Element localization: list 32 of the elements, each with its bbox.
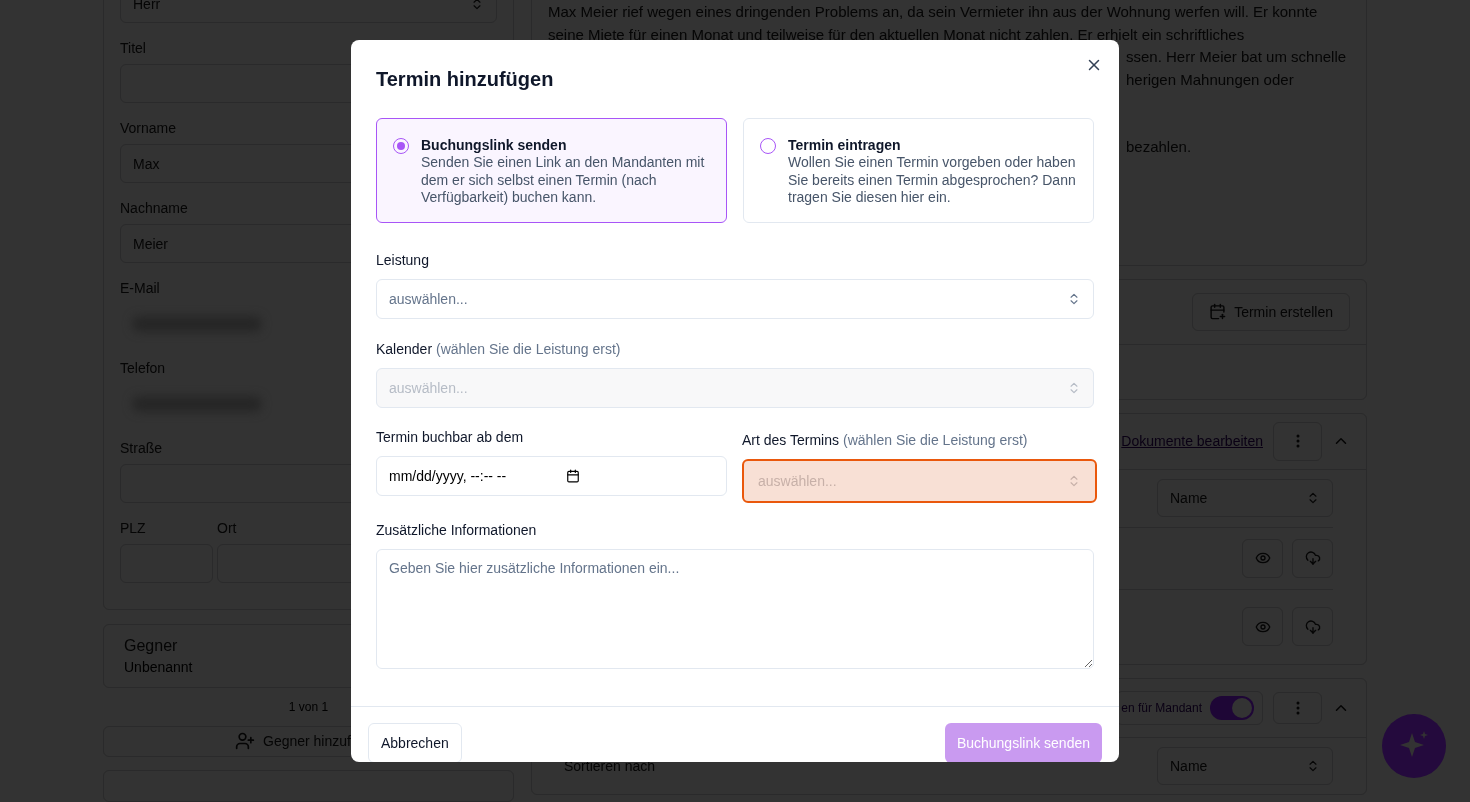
notes-field[interactable]: Geben Sie hier zusätzliche Informationen ein... [376,549,1094,669]
field-label: Zusätzliche Informationen [376,521,537,539]
cloud-download-icon [1304,618,1321,635]
calendar-icon[interactable] [566,469,581,483]
toggle-switch[interactable] [1210,695,1254,720]
view-button[interactable] [1242,607,1283,646]
option-card[interactable]: Buchungslink senden Senden Sie einen Link an den Mandanten mit dem er sich selbst einen Termin (nach Verfügbarkeit) buchen kann. [376,118,727,223]
calendar-plus-icon [1209,303,1227,320]
more-button[interactable] [1273,691,1322,724]
field-label: Termin buchbar ab dem [376,428,524,446]
chevrons-icon [1306,758,1320,773]
option-card[interactable]: Termin eintragen Wollen Sie einen Termin vorgeben oder haben Sie bereits einen Termin abgesprochen? Dann tragen Sie diesen hier ein. [743,118,1094,223]
option-title: Termin eintragen [788,136,902,154]
download-button[interactable] [1292,538,1333,578]
eye-icon [1254,550,1271,566]
field-label: Art des Termins [742,431,839,449]
cloud-download-icon [1304,550,1321,566]
date-time-field[interactable]: mm/dd/yyyy, --:-- -- [376,456,727,496]
hint-text: (wählen Sie die Leistung erst) [436,340,621,358]
chevrons-icon [470,0,484,11]
kebab-icon [1295,700,1300,715]
download-button[interactable] [1292,607,1333,646]
more-button[interactable] [1273,421,1322,461]
dialog-title: Termin hinzufügen [376,67,555,92]
cancel-button[interactable]: Abbrechen [368,723,462,762]
kebab-icon [1295,434,1300,448]
hint-text: (wählen Sie die Leistung erst) [843,431,1028,449]
view-button[interactable] [1242,538,1283,578]
field-label: Kalender [376,340,433,358]
select-field[interactable]: auswählen... [376,279,1094,319]
option-description: Wollen Sie einen Termin vorgeben oder haben Sie bereits einen Termin abgesprochen? Dann tragen Sie diesen hier ein. [788,154,1077,207]
user-plus-icon [235,731,255,752]
